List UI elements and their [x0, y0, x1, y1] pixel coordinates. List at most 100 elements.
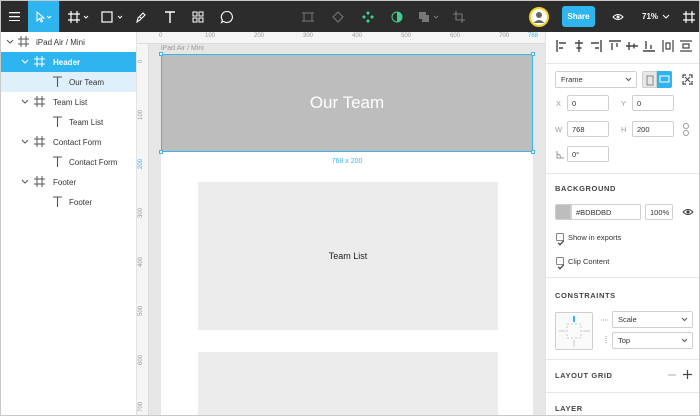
- resize-handle[interactable]: [531, 150, 535, 154]
- layer-header-frame[interactable]: Header: [1, 52, 136, 72]
- ruler-horizontal: 0 100 200 300 400 500 600 700 768: [137, 32, 545, 44]
- constraints-widget[interactable]: [555, 312, 593, 350]
- shape-tool-button[interactable]: [99, 1, 127, 32]
- layer-team-list-frame[interactable]: Team List: [1, 92, 136, 112]
- pen-tool-button[interactable]: [131, 1, 151, 32]
- layer-label: Footer: [69, 197, 93, 207]
- zoom-level: 71%: [642, 12, 659, 21]
- align-top-icon[interactable]: [609, 40, 621, 52]
- crop-frame-button[interactable]: [297, 1, 319, 32]
- layer-footer-text[interactable]: Footer: [1, 192, 136, 212]
- align-bottom-icon[interactable]: [643, 40, 655, 52]
- fit-resize-icon[interactable]: [682, 74, 693, 85]
- hamburger-icon: [9, 12, 20, 21]
- chevron-down-icon: [21, 59, 29, 64]
- layers-panel: iPad Air / Mini Header Our Team Team Lis…: [1, 32, 137, 415]
- resize-handle[interactable]: [159, 52, 163, 56]
- move-tool-button[interactable]: [28, 1, 59, 32]
- top-toolbar: Share 71%: [1, 1, 699, 32]
- chevron-down-icon: [21, 179, 29, 184]
- distribute-vertical-icon[interactable]: [680, 40, 692, 52]
- constraints-section-title: CONSTRAINTS: [555, 291, 616, 300]
- team-list-title[interactable]: Team List: [329, 251, 368, 261]
- layer-label: Footer: [53, 177, 77, 187]
- x-input[interactable]: 0: [567, 95, 609, 111]
- portrait-toggle[interactable]: [642, 71, 657, 88]
- layer-ipad-frame[interactable]: iPad Air / Mini: [1, 32, 136, 52]
- align-horizontal-center-icon[interactable]: [573, 40, 585, 52]
- width-input[interactable]: 768: [567, 121, 609, 137]
- layer-contact-form-text[interactable]: Contact Form: [1, 152, 136, 172]
- align-right-icon[interactable]: [590, 40, 602, 52]
- vertical-constraint-dropdown[interactable]: Top: [612, 332, 693, 349]
- share-button[interactable]: Share: [562, 6, 595, 27]
- contact-form-frame[interactable]: [198, 352, 498, 415]
- distribute-horizontal-icon[interactable]: [662, 40, 674, 52]
- show-in-exports-label: Show in exports: [568, 233, 622, 242]
- w-label: W: [555, 125, 563, 134]
- height-input[interactable]: 200: [632, 121, 674, 137]
- chevron-down-icon: [21, 99, 29, 104]
- landscape-toggle[interactable]: [657, 71, 672, 88]
- text-tool-button[interactable]: [159, 1, 181, 32]
- rotation-input[interactable]: 0°: [567, 146, 609, 162]
- boolean-button[interactable]: [415, 1, 445, 32]
- user-avatar[interactable]: [527, 1, 551, 32]
- ruler-tick: 400: [138, 256, 144, 267]
- text-icon: [53, 196, 62, 207]
- clip-content-label: Clip Content: [568, 257, 610, 266]
- layer-team-list-text[interactable]: Team List: [1, 112, 136, 132]
- ruler-tick: 200: [254, 33, 265, 39]
- resize-handle[interactable]: [531, 52, 535, 56]
- frame-preset-value: Frame: [561, 75, 583, 84]
- background-color-swatch[interactable]: [555, 204, 571, 220]
- components-button[interactable]: [187, 1, 209, 32]
- transform-button[interactable]: [327, 1, 349, 32]
- header-frame[interactable]: Our Team: [161, 54, 533, 152]
- frame-tool-button[interactable]: [65, 1, 93, 32]
- clip-content-checkbox[interactable]: [556, 257, 565, 270]
- layer-our-team-text[interactable]: Our Team: [1, 72, 136, 92]
- y-input[interactable]: 0: [632, 95, 674, 111]
- align-left-icon[interactable]: [556, 40, 568, 52]
- chevron-down-icon: [21, 139, 29, 144]
- grid-presets-icon[interactable]: [668, 374, 676, 376]
- layer-footer-frame[interactable]: Footer: [1, 172, 136, 192]
- avatar-icon: [529, 6, 549, 27]
- header-title[interactable]: Our Team: [310, 93, 384, 113]
- horizontal-constraint-dropdown[interactable]: Scale: [612, 311, 693, 328]
- constrain-proportions-icon[interactable]: [682, 123, 690, 136]
- text-icon: [165, 10, 175, 23]
- frame-icon: [34, 136, 45, 147]
- align-vertical-center-icon[interactable]: [626, 40, 638, 52]
- diamond-arrows-icon: [332, 10, 344, 23]
- add-icon[interactable]: [683, 370, 692, 379]
- checkmark-icon: [557, 264, 565, 270]
- frame-settings-button[interactable]: [679, 1, 699, 32]
- frame-title[interactable]: iPad Air / Mini: [161, 45, 204, 52]
- ruler-tick: 300: [138, 207, 144, 218]
- eye-icon[interactable]: [682, 208, 694, 216]
- menu-button[interactable]: [1, 1, 28, 32]
- preview-button[interactable]: [607, 1, 629, 32]
- design-canvas[interactable]: 0 100 200 300 400 500 600 700 768 0 100 …: [137, 32, 545, 415]
- crop-button[interactable]: [448, 1, 470, 32]
- layer-contact-form-frame[interactable]: Contact Form: [1, 132, 136, 152]
- comment-tool-button[interactable]: [215, 1, 239, 32]
- component-icon: [362, 10, 374, 23]
- show-in-exports-checkbox[interactable]: [556, 233, 565, 246]
- frame-preset-dropdown[interactable]: Frame: [555, 71, 637, 88]
- mask-button[interactable]: [386, 1, 408, 32]
- ipad-frame[interactable]: Our Team 768 x 200 Team List: [159, 52, 535, 415]
- chevron-down-icon: [681, 317, 688, 322]
- constraints-diagram-icon: [559, 316, 590, 347]
- component-button[interactable]: [357, 1, 379, 32]
- zoom-dropdown[interactable]: 71%: [642, 1, 670, 32]
- frame-settings-icon: [683, 10, 695, 23]
- team-list-frame[interactable]: Team List: [198, 182, 498, 330]
- resize-handle[interactable]: [159, 150, 163, 154]
- background-hex-input[interactable]: #BDBDBD: [571, 204, 641, 220]
- x-label: X: [556, 99, 562, 108]
- ruler-tick: 600: [138, 354, 144, 365]
- background-opacity-input[interactable]: 100%: [645, 204, 673, 220]
